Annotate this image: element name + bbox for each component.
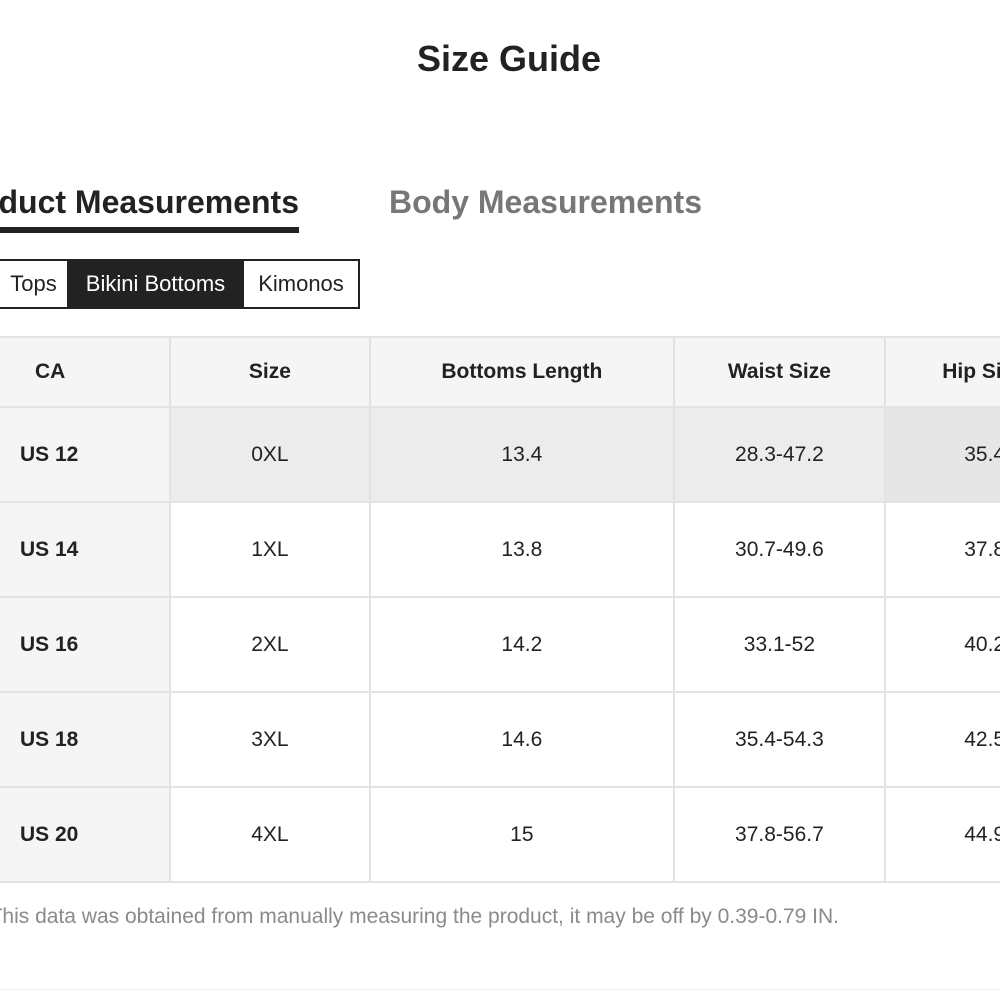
cell-hip-size: 42.5 [884, 691, 1000, 788]
cell-ca: US 18 [0, 691, 171, 788]
column-header-waist-size: Waist Size [672, 336, 887, 408]
cell-ca: US 12 [0, 406, 171, 503]
cell-bottoms-length: 13.4 [369, 406, 675, 503]
size-guide-page: Size Guide Product Measurements Body Mea… [0, 0, 1000, 1000]
cell-waist-size: 33.1-52 [672, 596, 887, 693]
measurement-disclaimer: This data was obtained from manually mea… [0, 905, 839, 928]
cell-bottoms-length: 13.8 [369, 501, 675, 598]
cell-hip-size: 44.9 [884, 786, 1000, 883]
cell-size: 0XL [168, 406, 372, 503]
category-selector: Tops Bikini Bottoms Kimonos [0, 259, 360, 309]
table-row: US 14 1XL 13.8 30.7-49.6 37.8 [0, 501, 1000, 598]
cell-waist-size: 30.7-49.6 [672, 501, 887, 598]
cell-bottoms-length: 15 [369, 786, 675, 883]
cell-ca: US 14 [0, 501, 171, 598]
cell-waist-size: 28.3-47.2 [672, 406, 887, 503]
cell-ca: US 20 [0, 786, 171, 883]
cell-size: 4XL [168, 786, 372, 883]
cell-size: 1XL [168, 501, 372, 598]
column-header-hip-size: Hip Size [884, 336, 1000, 408]
table-header-row: CA Size Bottoms Length Waist Size Hip Si… [0, 336, 1000, 408]
column-header-ca: CA [0, 336, 171, 408]
cell-waist-size: 37.8-56.7 [672, 786, 887, 883]
size-table: CA Size Bottoms Length Waist Size Hip Si… [0, 336, 1000, 883]
size-table-container: CA Size Bottoms Length Waist Size Hip Si… [0, 336, 1000, 883]
cell-ca: US 16 [0, 596, 171, 693]
cell-waist-size: 35.4-54.3 [672, 691, 887, 788]
tab-body-measurements[interactable]: Body Measurements [389, 184, 702, 221]
cell-bottoms-length: 14.6 [369, 691, 675, 788]
category-tops-button[interactable]: Tops [0, 261, 69, 307]
column-header-size: Size [168, 336, 372, 408]
table-row: US 12 0XL 13.4 28.3-47.2 35.4 [0, 406, 1000, 503]
cell-size: 3XL [168, 691, 372, 788]
category-kimonos-button[interactable]: Kimonos [242, 261, 358, 307]
cell-bottoms-length: 14.2 [369, 596, 675, 693]
divider [0, 989, 1000, 990]
cell-hip-size: 40.2 [884, 596, 1000, 693]
cell-hip-size: 35.4 [884, 406, 1000, 503]
table-row: US 20 4XL 15 37.8-56.7 44.9 [0, 786, 1000, 883]
cell-hip-size: 37.8 [884, 501, 1000, 598]
column-header-bottoms-length: Bottoms Length [369, 336, 675, 408]
table-row: US 18 3XL 14.6 35.4-54.3 42.5 [0, 691, 1000, 788]
table-row: US 16 2XL 14.2 33.1-52 40.2 [0, 596, 1000, 693]
page-title: Size Guide [416, 38, 602, 79]
tab-product-measurements[interactable]: Product Measurements [0, 184, 299, 233]
category-bikini-bottoms-button[interactable]: Bikini Bottoms [69, 261, 242, 307]
cell-size: 2XL [168, 596, 372, 693]
